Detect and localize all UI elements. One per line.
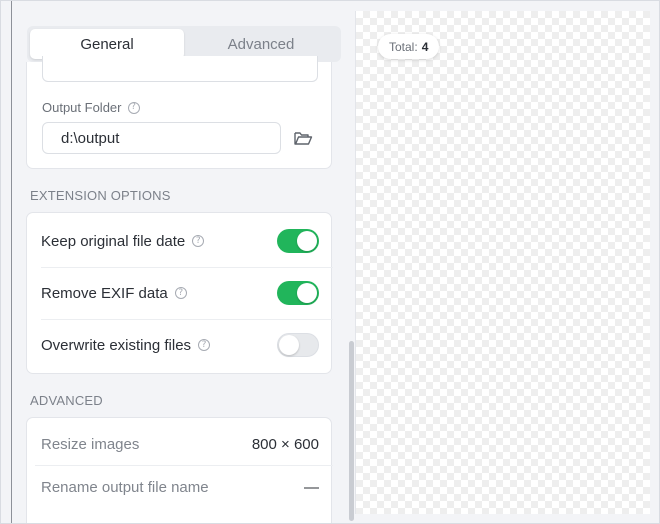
total-value: 4: [421, 39, 429, 54]
resize-images-label: Resize images: [41, 435, 140, 453]
tab-general[interactable]: General: [30, 29, 184, 59]
output-folder-value: d:\output: [61, 129, 120, 147]
tab-advanced[interactable]: Advanced: [184, 29, 338, 59]
toggle-knob: [297, 231, 317, 251]
total-count-badge: Total: 4: [378, 34, 440, 59]
option-label: Keep original file date ?: [41, 232, 205, 250]
help-icon[interactable]: ?: [192, 235, 205, 247]
extension-options-header: EXTENSION OPTIONS: [30, 188, 171, 203]
advanced-card: Resize images 800 × 600 Rename output fi…: [26, 417, 333, 523]
rename-output-row[interactable]: Rename output file name —: [27, 464, 333, 510]
rename-output-label: Rename output file name: [41, 478, 209, 496]
help-icon[interactable]: ?: [127, 101, 140, 114]
help-icon[interactable]: ?: [174, 287, 187, 299]
preview-area: Total: 4: [355, 11, 650, 514]
output-card: Output Folder ? d:\output: [26, 56, 332, 169]
clipped-input-field[interactable]: [42, 56, 318, 82]
toggle-knob: [279, 335, 299, 355]
output-folder-label: Output Folder ?: [42, 100, 140, 115]
option-label-text: Keep original file date: [41, 232, 186, 250]
help-icon[interactable]: ?: [198, 339, 211, 351]
toggle-knob: [297, 283, 317, 303]
option-label: Remove EXIF data ?: [41, 285, 187, 302]
settings-panel: General Advanced Output Folder ? d:\outp…: [12, 1, 355, 523]
option-label-text: Overwrite existing files: [41, 336, 192, 354]
option-label-text: Remove EXIF data: [41, 284, 168, 302]
keep-date-toggle[interactable]: [277, 229, 319, 253]
advanced-header: ADVANCED: [30, 393, 103, 408]
folder-open-icon[interactable]: [293, 129, 313, 147]
output-folder-input[interactable]: d:\output: [42, 122, 281, 154]
panel-scrollbar[interactable]: [349, 341, 354, 521]
resize-images-value: 800 × 600: [251, 435, 319, 453]
app-window: General Advanced Output Folder ? d:\outp…: [0, 0, 660, 524]
rename-output-value: —: [304, 478, 319, 496]
option-label: Overwrite existing files ?: [41, 336, 211, 354]
extension-options-card: Keep original file date ? Remove EXIF da…: [26, 212, 333, 374]
total-label: Total:: [389, 39, 418, 54]
overwrite-toggle[interactable]: [277, 333, 319, 357]
option-row-overwrite: Overwrite existing files ?: [27, 319, 333, 371]
remove-exif-toggle[interactable]: [277, 281, 319, 305]
resize-images-row[interactable]: Resize images 800 × 600: [27, 421, 333, 467]
option-row-keep-date: Keep original file date ?: [27, 215, 333, 267]
output-folder-label-text: Output Folder: [42, 100, 122, 115]
option-row-remove-exif: Remove EXIF data ?: [27, 267, 333, 319]
